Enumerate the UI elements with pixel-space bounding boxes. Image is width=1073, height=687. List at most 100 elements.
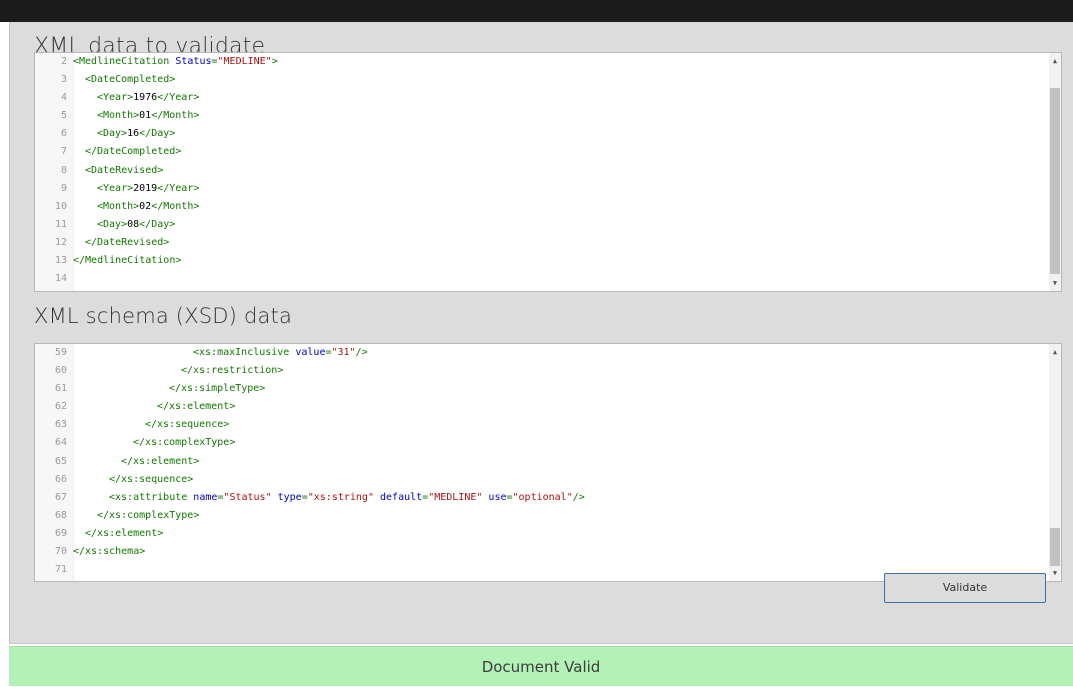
code-token: 01 [139, 110, 152, 122]
scrollbar-thumb[interactable] [1050, 528, 1060, 566]
code-text: </xs:simpleType> [73, 383, 265, 394]
line-number: 63 [54, 419, 67, 431]
code-text: </DateRevised> [73, 237, 169, 248]
code-line[interactable]: 60 </xs:restriction> [35, 362, 1047, 380]
code-token: </xs:restriction> [181, 365, 284, 377]
line-number: 8 [60, 164, 67, 176]
scroll-up-arrow-icon[interactable]: ▲ [1049, 55, 1061, 67]
code-token: </Day> [139, 128, 176, 140]
code-line[interactable]: 63 </xs:sequence> [35, 416, 1047, 434]
code-token: type [277, 491, 302, 503]
code-line[interactable]: 13 </MedlineCitation> [35, 252, 1047, 270]
code-token: value [295, 347, 326, 358]
line-number: 2 [60, 56, 67, 67]
code-line[interactable]: 66 </xs:sequence> [35, 471, 1047, 489]
code-line[interactable]: 67 <xs:attribute name="Status" type="xs:s… [35, 489, 1047, 507]
line-number: 11 [54, 218, 67, 230]
code-token: </Year> [157, 182, 200, 194]
code-text: </xs:restriction> [73, 365, 283, 376]
line-number: 7 [60, 146, 67, 158]
code-text: <DateRevised> [73, 165, 163, 176]
line-number: 6 [60, 128, 67, 140]
line-number: 68 [54, 509, 67, 521]
code-token: "MEDLINE" [428, 491, 483, 503]
xml-data-editor[interactable]: 2 <MedlineCitation Status="MEDLINE"> 3 <Dat… [34, 52, 1062, 292]
code-text: </xs:complexType> [73, 510, 199, 521]
code-token: <Day> [97, 128, 128, 140]
line-number: 14 [54, 273, 67, 285]
code-line[interactable]: 11 <Day>08</Day> [35, 216, 1047, 234]
line-number: 71 [54, 564, 67, 576]
code-token: 02 [139, 200, 152, 212]
code-line[interactable]: 7 </DateCompleted> [35, 143, 1047, 161]
code-token: </xs:schema> [73, 546, 146, 558]
code-token: 08 [127, 218, 140, 230]
xml-code-lines[interactable]: 2 <MedlineCitation Status="MEDLINE"> 3 <Dat… [35, 53, 1047, 288]
code-text: <MedlineCitation Status="MEDLINE"> [73, 56, 278, 67]
code-token: "Status" [223, 491, 272, 503]
code-line[interactable]: 70 </xs:schema> [35, 543, 1047, 561]
code-line[interactable]: 69 </xs:element> [35, 525, 1047, 543]
code-line[interactable]: 3 <DateCompleted> [35, 71, 1047, 89]
code-token: "xs:string" [307, 491, 374, 503]
scroll-up-arrow-icon[interactable]: ▲ [1049, 346, 1061, 358]
code-line[interactable]: 61 </xs:simpleType> [35, 380, 1047, 398]
code-token: 1976 [133, 92, 158, 104]
code-line[interactable]: 65 </xs:element> [35, 453, 1047, 471]
code-token: 2019 [133, 182, 158, 194]
code-token: "optional" [512, 491, 573, 503]
xsd-code-lines[interactable]: 59 <xs:maxInclusive value="31"/> 60 </xs:re… [35, 344, 1047, 579]
code-token: </xs:complexType> [97, 509, 200, 521]
code-token: </MedlineCitation> [73, 255, 182, 267]
code-line[interactable]: 9 <Year>2019</Year> [35, 180, 1047, 198]
validate-button[interactable]: Validate [884, 573, 1046, 603]
code-text: <Day>08</Day> [73, 219, 175, 230]
code-line[interactable]: 62 </xs:element> [35, 398, 1047, 416]
code-token: </xs:element> [157, 401, 236, 413]
code-text: <xs:attribute name="Status" type="xs:str… [73, 492, 585, 503]
code-token: <Year> [97, 182, 134, 194]
scroll-down-arrow-icon[interactable]: ▼ [1049, 277, 1061, 289]
code-line[interactable]: 2 <MedlineCitation Status="MEDLINE"> [35, 53, 1047, 71]
code-line[interactable]: 6 <Day>16</Day> [35, 125, 1047, 143]
scroll-down-arrow-icon[interactable]: ▼ [1049, 567, 1061, 579]
code-token: <Day> [97, 218, 128, 230]
code-token: </xs:element> [121, 455, 200, 467]
code-line[interactable]: 14 [35, 270, 1047, 288]
code-token: </Day> [139, 218, 176, 230]
code-line[interactable]: 5 <Month>01</Month> [35, 107, 1047, 125]
xml-editor-scrollbar[interactable]: ▲ ▼ [1049, 53, 1061, 291]
scrollbar-thumb[interactable] [1050, 88, 1060, 274]
code-text: <xs:maxInclusive value="31"/> [73, 347, 368, 358]
line-number: 59 [54, 347, 67, 358]
code-token: <MedlineCitation [73, 56, 176, 67]
code-text: <Year>2019</Year> [73, 183, 199, 194]
code-line[interactable]: 10 <Month>02</Month> [35, 198, 1047, 216]
code-text: <DateCompleted> [73, 74, 175, 85]
code-line[interactable]: 68 </xs:complexType> [35, 507, 1047, 525]
code-line[interactable]: 8 <DateRevised> [35, 162, 1047, 180]
validation-status-banner: Document Valid [9, 646, 1073, 686]
top-bar [0, 0, 1073, 22]
code-token: <Month> [97, 110, 140, 122]
code-token: name [193, 491, 218, 503]
code-line[interactable]: 4 <Year>1976</Year> [35, 89, 1047, 107]
code-text: <Month>01</Month> [73, 110, 199, 121]
line-number: 66 [54, 473, 67, 485]
line-number: 69 [54, 527, 67, 539]
code-token: use [488, 491, 507, 503]
xsd-data-editor[interactable]: 59 <xs:maxInclusive value="31"/> 60 </xs:re… [34, 343, 1062, 582]
code-token: <Month> [97, 200, 140, 212]
code-line[interactable]: 64 </xs:complexType> [35, 434, 1047, 452]
code-token: </xs:complexType> [133, 437, 236, 449]
line-number: 64 [54, 437, 67, 449]
code-line[interactable]: 59 <xs:maxInclusive value="31"/> [35, 344, 1047, 362]
xsd-editor-scrollbar[interactable]: ▲ ▼ [1049, 344, 1061, 581]
code-token: <DateCompleted> [85, 74, 176, 86]
line-number: 67 [54, 491, 67, 503]
code-token: <DateRevised> [85, 164, 164, 176]
code-line[interactable]: 12 </DateRevised> [35, 234, 1047, 252]
code-token: "MEDLINE" [217, 56, 272, 67]
code-token: > [271, 56, 278, 67]
code-text: </xs:complexType> [73, 437, 235, 448]
